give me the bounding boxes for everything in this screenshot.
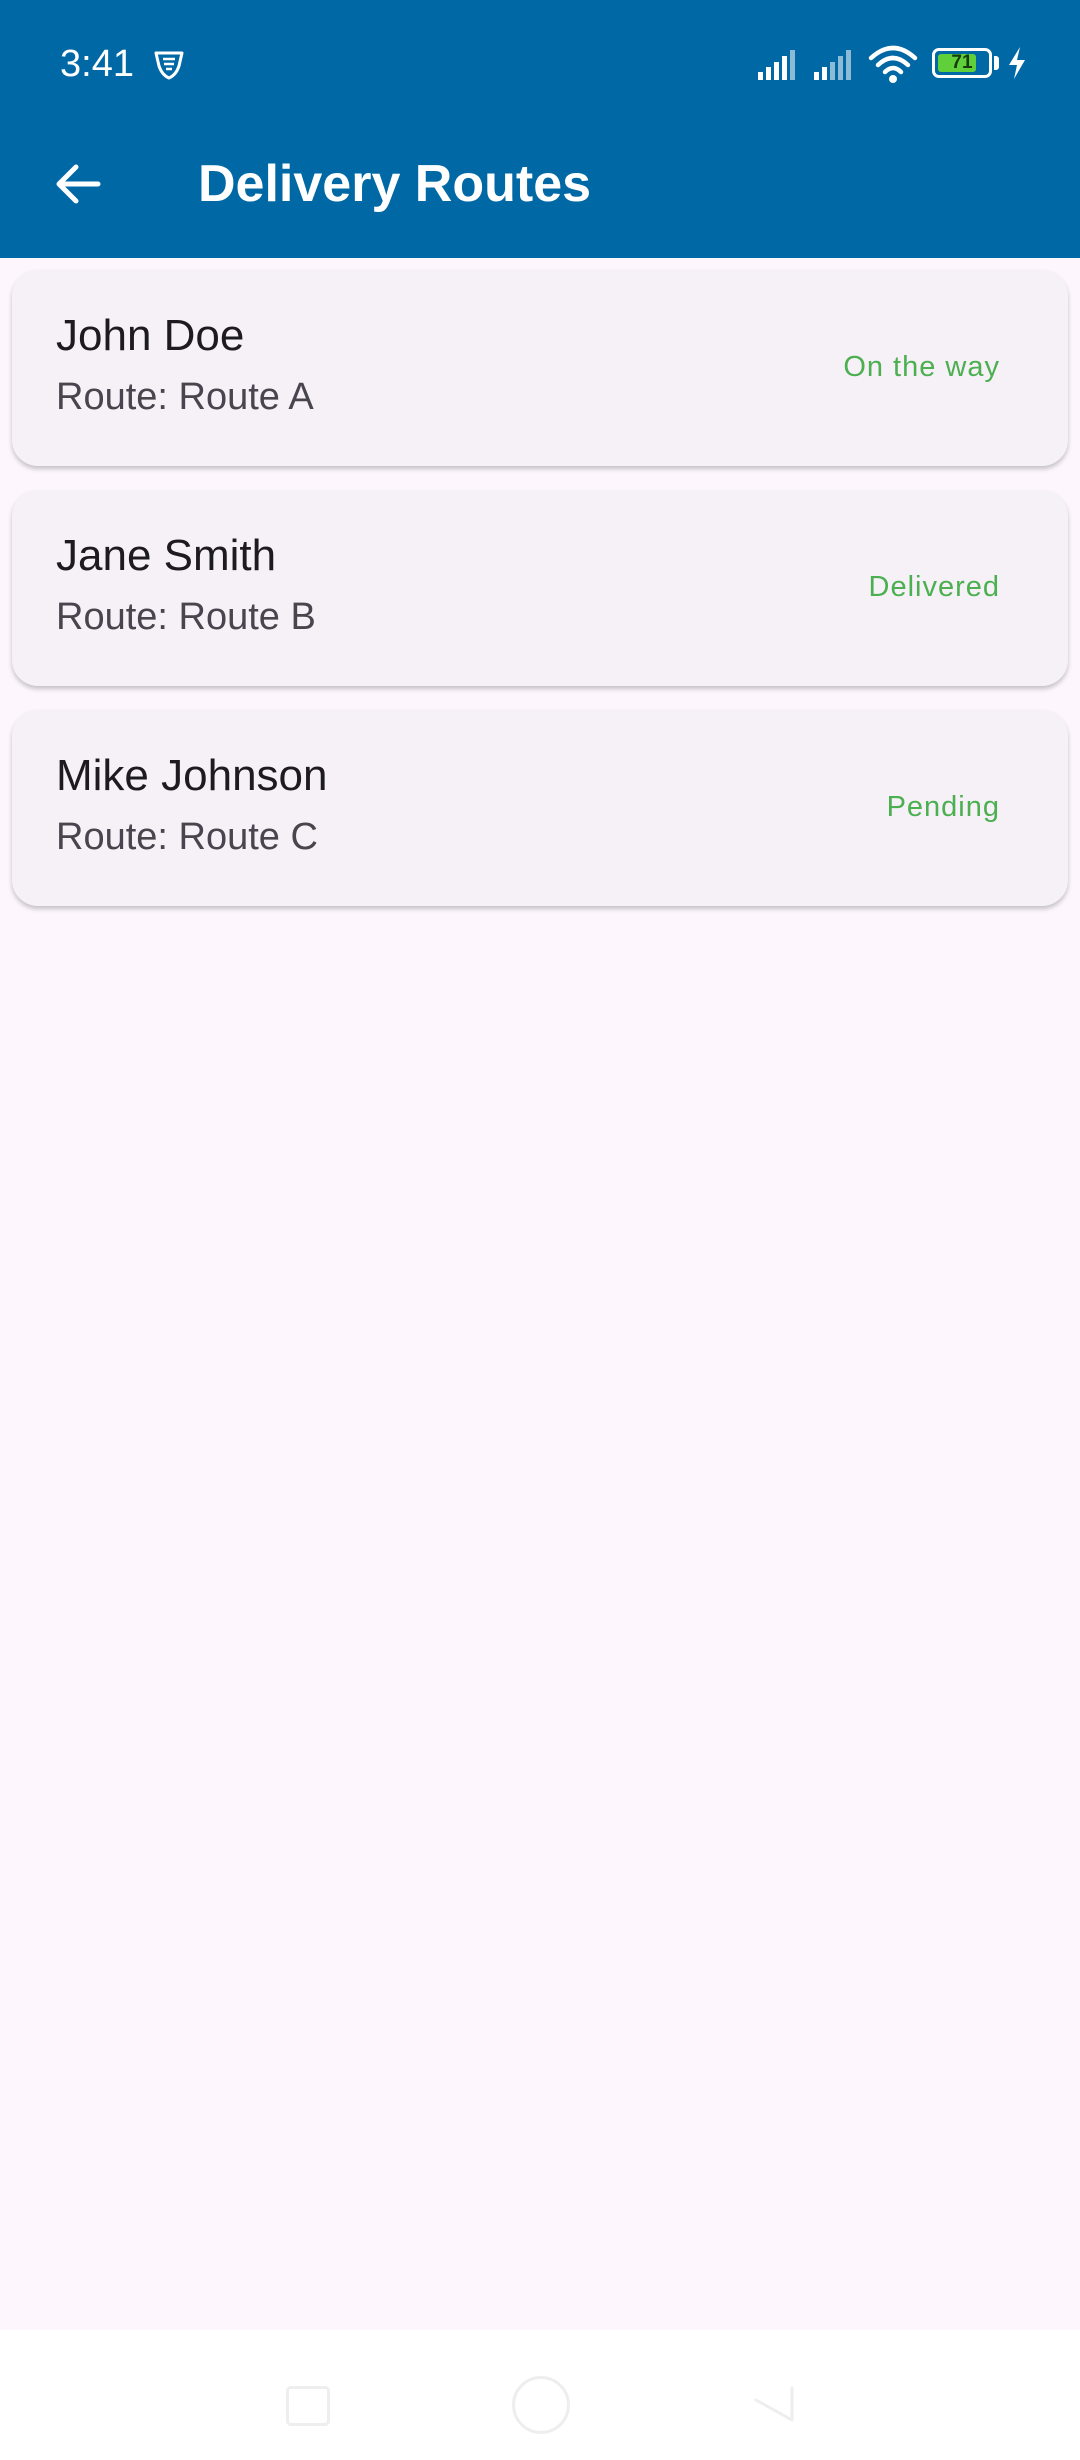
route-card[interactable]: John Doe Route: Route A On the way (12, 270, 1068, 466)
battery-level: 71 (951, 52, 973, 73)
delivery-status: On the way (843, 351, 1000, 383)
route-list: John Doe Route: Route A On the way Jane … (12, 270, 1068, 930)
route-label: Route: Route A (56, 376, 314, 418)
route-card[interactable]: Jane Smith Route: Route B Delivered (12, 490, 1068, 686)
driver-name: Mike Johnson (56, 751, 328, 800)
driver-name: John Doe (56, 311, 245, 360)
back-triangle-icon[interactable] (752, 2384, 796, 2424)
delivery-status: Pending (886, 791, 1000, 823)
charging-bolt-icon (1009, 47, 1025, 79)
system-nav-bar (0, 2330, 1080, 2460)
vpn-shield-icon (154, 51, 184, 80)
battery-tip (994, 56, 999, 70)
cell-signal-icon (814, 50, 851, 80)
route-label: Route: Route C (56, 816, 318, 858)
app-bar: Delivery Routes (0, 130, 1080, 258)
recents-square-icon[interactable] (286, 2386, 330, 2426)
route-label: Route: Route B (56, 596, 316, 638)
page-title: Delivery Routes (198, 155, 592, 213)
status-time: 3:41 (60, 43, 134, 85)
arrow-left-icon[interactable] (50, 156, 106, 212)
delivery-status: Delivered (868, 571, 1000, 603)
status-bar: 3:41 71 (0, 0, 1080, 130)
home-circle-icon[interactable] (512, 2376, 570, 2434)
cell-signal-icon (758, 50, 795, 80)
driver-name: Jane Smith (56, 531, 277, 580)
top-bar: 3:41 71 Delivery Routes (0, 0, 1080, 258)
battery-icon: 71 (932, 48, 992, 78)
route-card[interactable]: Mike Johnson Route: Route C Pending (12, 710, 1068, 906)
wifi-icon (868, 45, 918, 83)
